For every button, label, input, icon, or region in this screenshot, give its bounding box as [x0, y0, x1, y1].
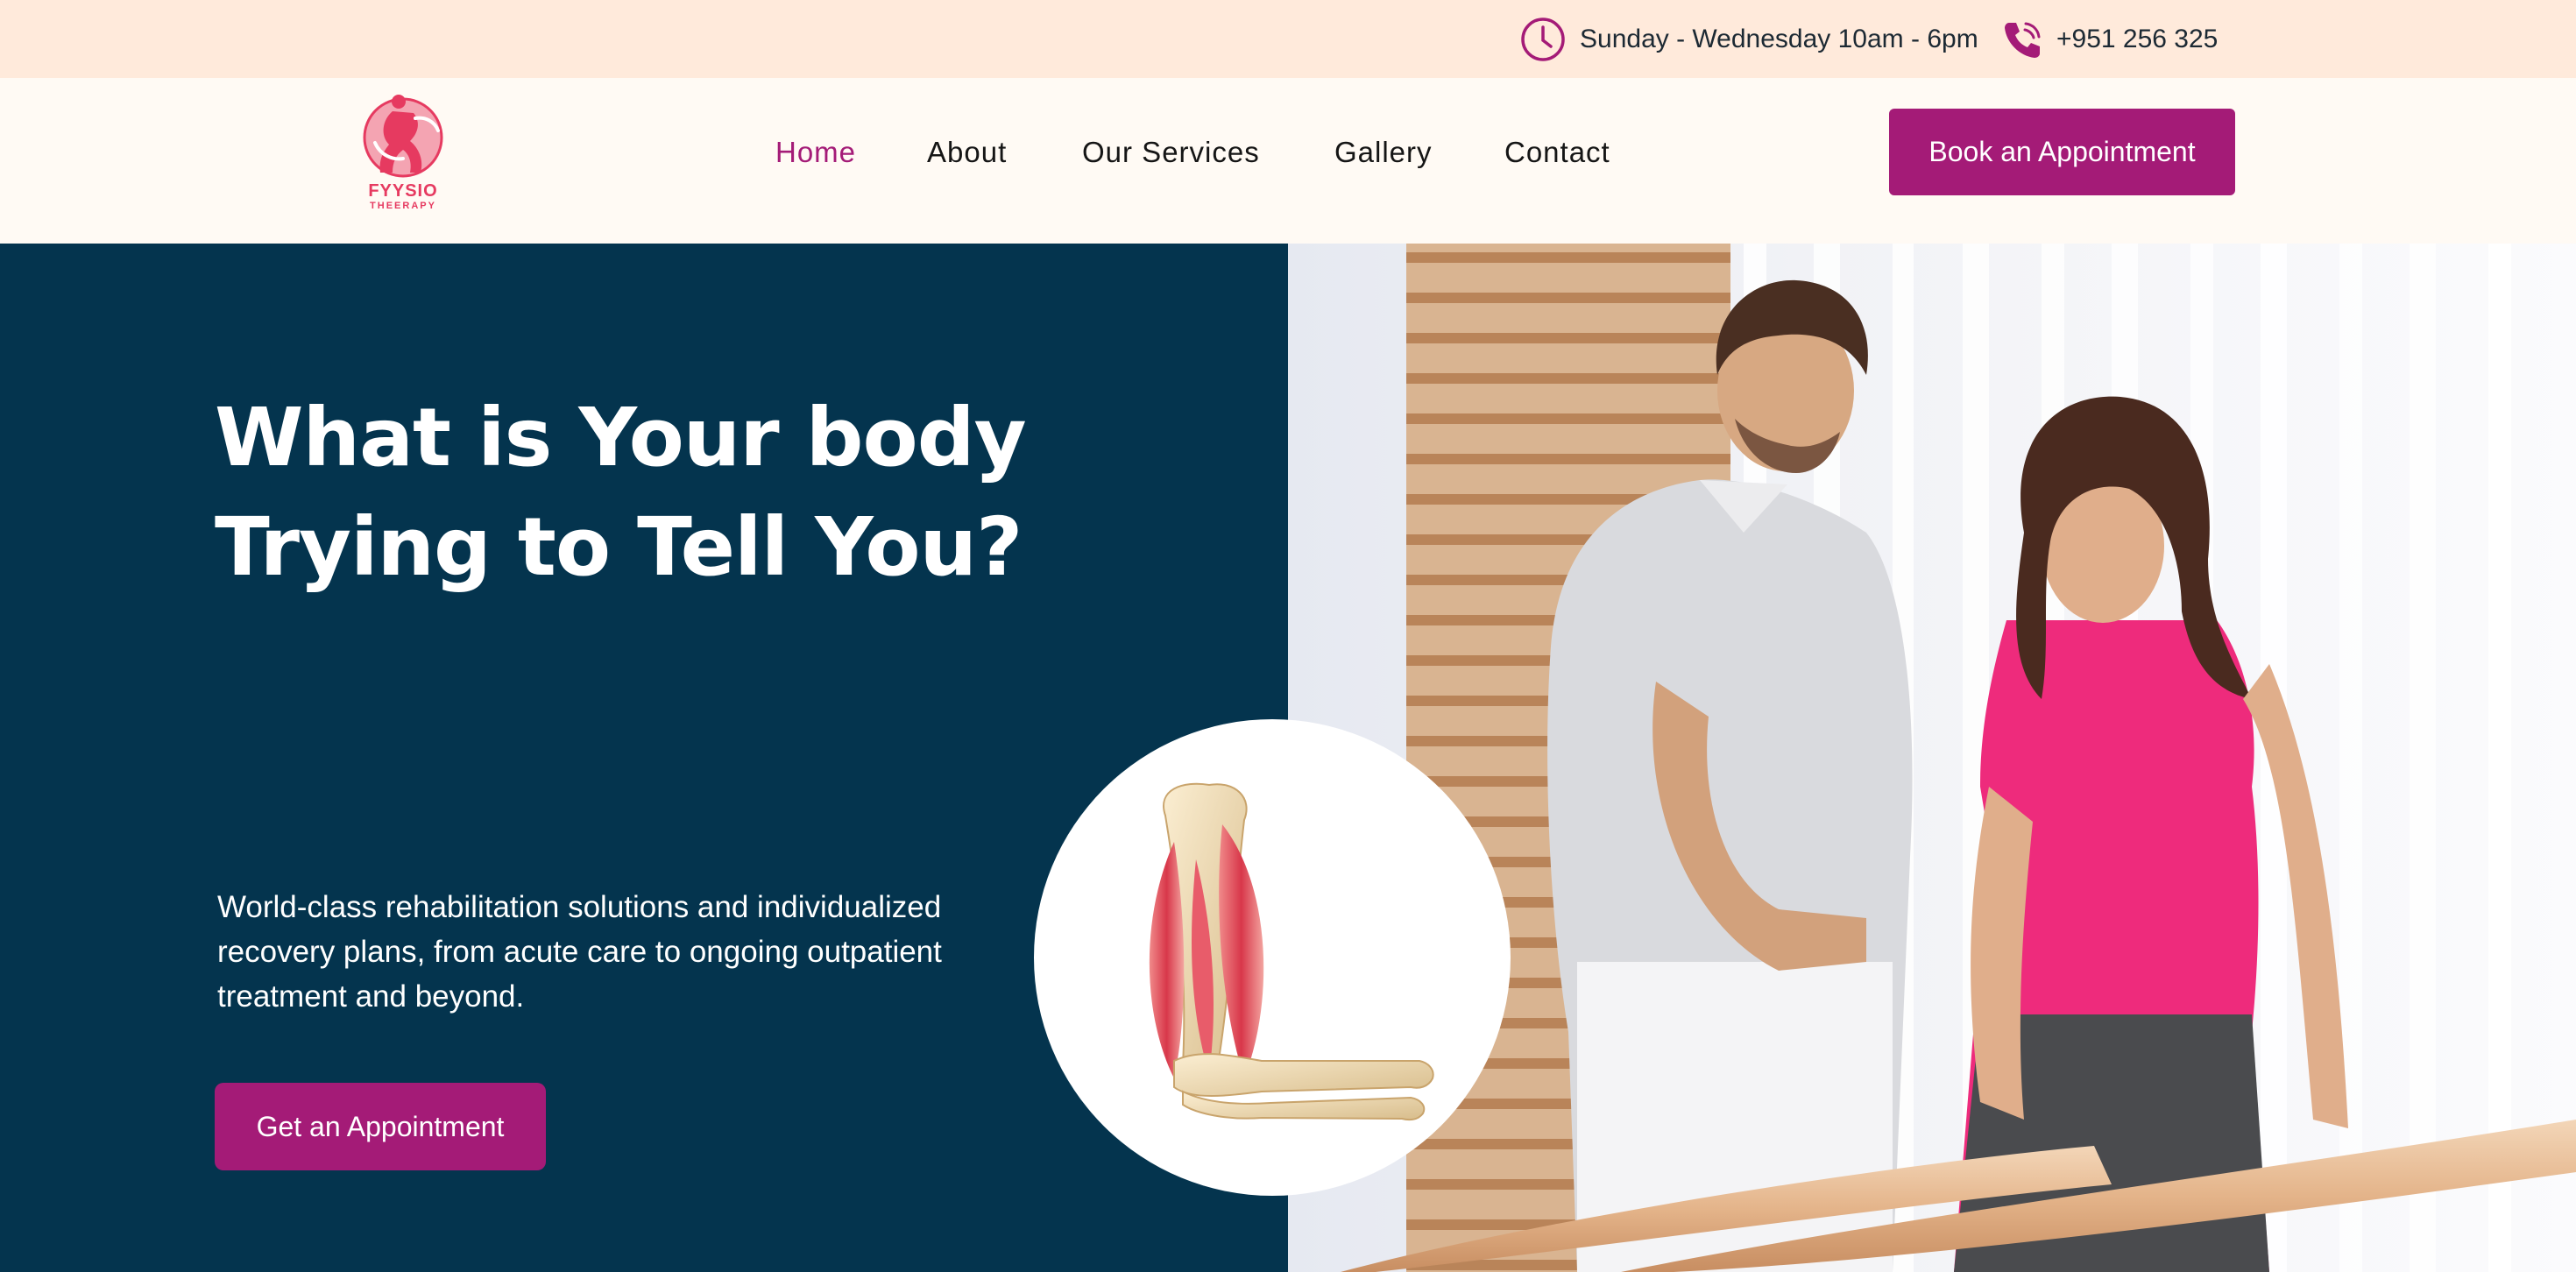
phone-icon: [2005, 22, 2041, 58]
nav-link-gallery[interactable]: Gallery: [1334, 136, 1433, 169]
nav-item-about[interactable]: About: [927, 78, 1007, 227]
physiotherapy-logo-icon: [363, 95, 443, 178]
logo-subtitle: THEERAPY: [370, 201, 436, 211]
anatomy-badge: [1034, 719, 1511, 1196]
hero-description: World-class rehabilitation solutions and…: [217, 890, 942, 1014]
nav-item-our-services[interactable]: Our Services: [1082, 78, 1260, 227]
hero-title: What is Your body Trying to Tell You?: [215, 383, 1091, 602]
nav-link-home[interactable]: Home: [775, 136, 856, 169]
site-header: FYYSIO THEERAPY Home About Our Services …: [0, 78, 2576, 244]
nav-link-our-services[interactable]: Our Services: [1082, 136, 1260, 169]
hero-title-line-1: What is Your body: [215, 391, 1027, 484]
clock-icon: [1521, 17, 1565, 61]
nav-link-about[interactable]: About: [927, 136, 1007, 169]
hero-title-line-2: Trying to Tell You?: [215, 500, 1023, 594]
opening-hours-text: Sunday - Wednesday 10am - 6pm: [1580, 24, 1978, 53]
phone-number[interactable]: +951 256 325: [2000, 0, 2218, 78]
top-info-bar: Sunday - Wednesday 10am - 6pm +951 256 3…: [0, 0, 2576, 78]
elbow-anatomy-illustration: [1149, 782, 1434, 1121]
book-appointment-button[interactable]: Book an Appointment: [1889, 109, 2235, 195]
phone-number-text: +951 256 325: [2056, 24, 2219, 53]
opening-hours: Sunday - Wednesday 10am - 6pm: [1520, 0, 1978, 78]
logo-wordmark: FYYSIO: [368, 181, 438, 201]
nav-item-gallery[interactable]: Gallery: [1334, 78, 1433, 227]
nav-item-contact[interactable]: Contact: [1504, 78, 1610, 227]
brand-logo[interactable]: FYYSIO THEERAPY: [357, 90, 449, 213]
get-appointment-button[interactable]: Get an Appointment: [215, 1083, 546, 1170]
nav-item-home[interactable]: Home: [775, 78, 856, 227]
nav-link-contact[interactable]: Contact: [1504, 136, 1610, 169]
